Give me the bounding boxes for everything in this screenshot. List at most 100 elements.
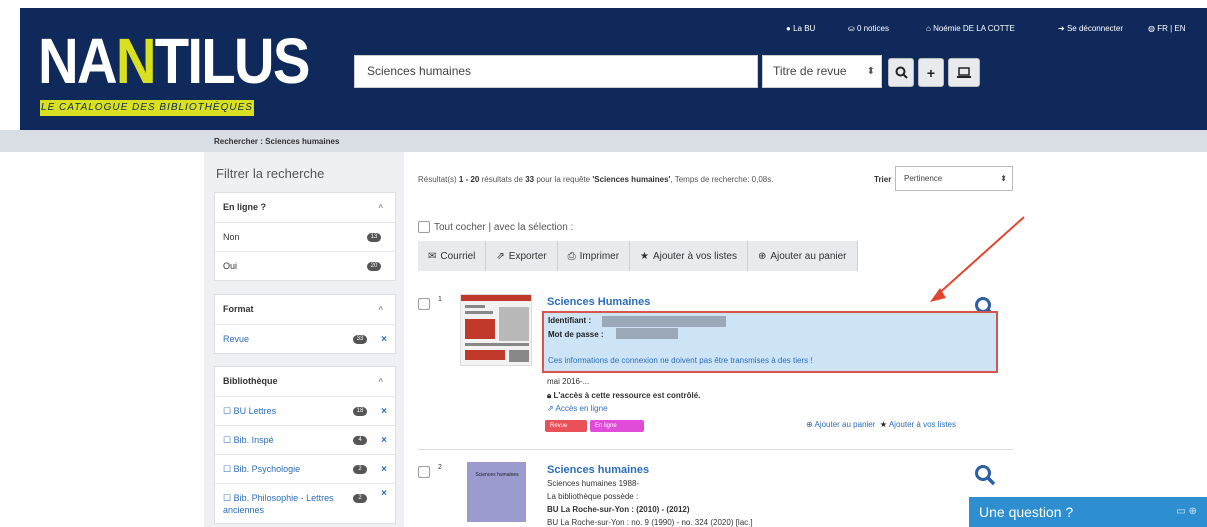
sort-select[interactable]: Pertinence ⬍ <box>895 166 1013 191</box>
remove-filter-icon[interactable]: × <box>381 325 387 354</box>
sort-label: Trier <box>874 175 892 184</box>
summary-prefix: Résultat(s) <box>418 175 459 184</box>
globe-icon: ◍ <box>1148 24 1155 33</box>
credentials-warning: Ces informations de connexion ne doivent… <box>548 356 813 365</box>
print-button[interactable]: ⎙ Imprimer <box>557 241 631 271</box>
nav-logout[interactable]: ➜ Se déconnecter <box>1058 24 1123 38</box>
logo-prefix: NA <box>38 25 118 97</box>
search-icon <box>895 66 908 79</box>
count-badge: 2 <box>353 494 367 503</box>
facet-library-title: Bibliothèque <box>223 376 278 386</box>
add-to-cart-button[interactable]: ⊕ Ajouter au panier <box>747 241 858 271</box>
facet-item-revue[interactable]: Revue 33 × <box>215 324 395 353</box>
email-label: Courriel <box>440 250 476 262</box>
result-thumbnail[interactable]: Sciences humaines <box>467 462 526 522</box>
laptop-icon <box>957 66 971 78</box>
result-subtitle: Sciences humaines 1988- <box>547 479 640 488</box>
star-icon: ★ <box>640 250 650 262</box>
result-checkbox[interactable] <box>418 298 430 310</box>
search-type-select[interactable]: Titre de revue ⬍ <box>762 55 882 88</box>
add-to-lists-link[interactable]: Ajouter à vos listes <box>889 420 956 429</box>
online-access-link[interactable]: ⇗ Accès en ligne <box>547 404 608 413</box>
add-to-cart-link-label: Ajouter au panier <box>814 420 876 429</box>
export-button[interactable]: ⇗ Exporter <box>486 241 558 271</box>
remove-filter-icon[interactable]: × <box>381 426 387 455</box>
facet-format: Format ^ Revue 33 × <box>214 294 396 354</box>
facet-item-label: ☐ BU Lettres <box>223 406 277 416</box>
logo-tagline: LE CATALOGUE DES BIBLIOTHÈQUES <box>40 100 254 116</box>
facet-item-non[interactable]: Non 13 <box>215 222 395 251</box>
facet-item-oui[interactable]: Oui 20 <box>215 251 395 280</box>
count-badge: 33 <box>353 335 367 344</box>
plus-circle-icon: ⊕ <box>757 250 767 262</box>
search-button[interactable] <box>888 58 914 87</box>
nav-notices-label: 0 notices <box>856 24 889 33</box>
remove-filter-icon[interactable]: × <box>381 455 387 484</box>
facet-online-header[interactable]: En ligne ? ^ <box>215 193 395 222</box>
facet-online-title: En ligne ? <box>223 202 267 212</box>
caret-icon: ⬍ <box>1000 174 1007 183</box>
identifier-label: Identifiant : <box>548 316 592 325</box>
facet-item-label: ☐ Bib. Inspé <box>223 435 274 445</box>
chat-window-icons[interactable]: ▭ ⊕ <box>1176 497 1197 527</box>
external-link-icon: ⇗ <box>496 250 505 262</box>
logout-icon: ➜ <box>1058 24 1065 33</box>
printer-icon: ⎙ <box>567 250 576 262</box>
remove-filter-icon[interactable]: × <box>381 397 387 426</box>
databases-button[interactable] <box>948 58 980 87</box>
chevron-up-icon: ^ <box>378 305 383 314</box>
search-icon[interactable] <box>974 464 996 486</box>
count-badge: 20 <box>367 262 381 271</box>
breadcrumb-bar: Rechercher : Sciences humaines <box>0 130 1207 152</box>
external-link-icon: ⇗ <box>547 404 554 413</box>
check-all[interactable]: Tout cocher | avec la sélection : <box>418 221 573 233</box>
facet-item-label: Non <box>223 232 240 242</box>
nav-user[interactable]: ⌂ Noémie DE LA COTTE <box>926 24 1015 38</box>
nav-lang[interactable]: ◍ FR | EN <box>1148 24 1186 38</box>
facet-format-header[interactable]: Format ^ <box>215 295 395 324</box>
search-input[interactable]: Sciences humaines <box>354 55 758 88</box>
facet-library-header[interactable]: Bibliothèque ^ <box>215 367 395 396</box>
summary-time: , Temps de recherche: 0,08s. <box>670 175 774 184</box>
access-notice-text: L'accès à cette ressource est contrôlé. <box>553 391 701 400</box>
result-checkbox[interactable] <box>418 466 430 478</box>
add-to-cart-link[interactable]: ⊕ Ajouter au panier <box>806 420 875 429</box>
header: NANTILUS LE CATALOGUE DES BIBLIOTHÈQUES … <box>0 0 1207 130</box>
nav-la-bu-label: La BU <box>793 24 816 33</box>
add-to-lists-button[interactable]: ★ Ajouter à vos listes <box>630 241 748 271</box>
nav-la-bu[interactable]: ● La BU <box>786 24 815 38</box>
advanced-search-button[interactable]: + <box>918 58 944 87</box>
facet-item-philosophie[interactable]: ☐ Bib. Philosophie - Lettres anciennes 2 × <box>215 483 395 523</box>
nav-lang-label: FR | EN <box>1157 24 1186 33</box>
logo-accent: N <box>115 25 157 97</box>
lock-icon: 🔒︎ <box>547 391 552 400</box>
email-button[interactable]: ✉ Courriel <box>418 241 487 271</box>
remove-filter-icon[interactable]: × <box>381 488 387 500</box>
print-label: Imprimer <box>579 250 620 262</box>
result-divider <box>418 449 1013 450</box>
identifier-masked <box>602 316 726 327</box>
logo[interactable]: NANTILUS <box>38 25 310 97</box>
password-label: Mot de passe : <box>548 330 604 339</box>
result-actions: ⊕ Ajouter au panier ★ Ajouter à vos list… <box>806 420 956 429</box>
sort-value: Pertinence <box>904 174 943 183</box>
check-all-checkbox[interactable] <box>418 221 430 233</box>
export-label: Exporter <box>508 250 547 262</box>
chevron-up-icon: ^ <box>378 377 383 386</box>
facet-item-bu-lettres[interactable]: ☐ BU Lettres 18 × <box>215 396 395 425</box>
count-badge: 13 <box>367 233 381 242</box>
facet-item-label: Revue <box>223 334 250 344</box>
nav-notices[interactable]: ⛀ 0 notices <box>848 24 889 38</box>
result-title[interactable]: Sciences Humaines <box>547 296 650 308</box>
result-thumbnail[interactable] <box>460 294 532 366</box>
facet-item-psychologie[interactable]: ☐ Bib. Psychologie 2 × <box>215 454 395 483</box>
result-title[interactable]: Sciences humaines <box>547 464 649 476</box>
breadcrumb: Rechercher : Sciences humaines <box>214 137 340 146</box>
plus-icon: + <box>926 64 936 81</box>
holdings-line: BU La Roche-sur-Yon : (2010) - (2012) <box>547 505 690 514</box>
facet-item-inspe[interactable]: ☐ Bib. Inspé 4 × <box>215 425 395 454</box>
count-badge: 2 <box>353 465 367 474</box>
chat-widget[interactable]: Une question ? ▭ ⊕ <box>969 497 1207 527</box>
chevron-up-icon: ^ <box>378 203 383 212</box>
star-icon: ★ <box>877 420 888 429</box>
